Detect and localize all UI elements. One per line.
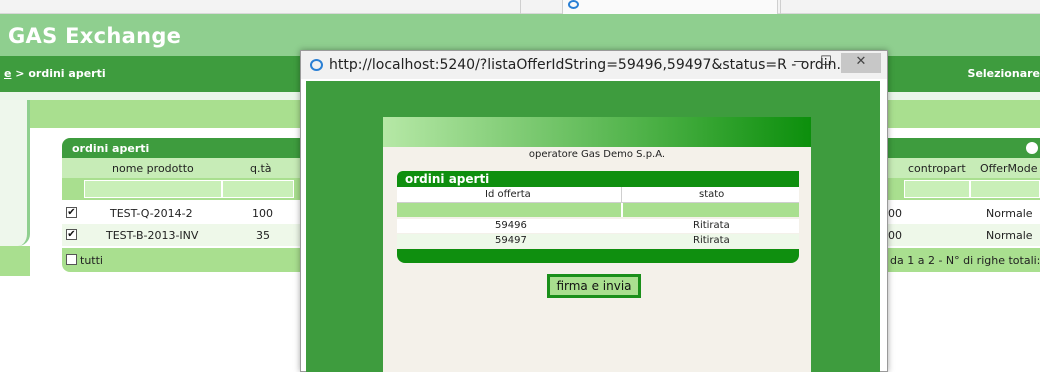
qty-cell: 35 <box>256 229 270 242</box>
popup-titlebar[interactable]: http://localhost:5240/?listaOfferIdStrin… <box>301 51 887 79</box>
offer-id-cell: 59496 <box>495 220 527 231</box>
maximize-button[interactable]: ☐ <box>815 53 837 73</box>
popup-table-header: ordini aperti <box>397 171 799 187</box>
popup-content-header <box>383 117 811 147</box>
filter-input-qty[interactable] <box>222 180 294 198</box>
filter-divider <box>621 203 623 217</box>
column-header-qty[interactable]: q.tà <box>250 162 272 175</box>
pagination-info: da 1 a 2 - N° di righe totali: <box>890 254 1040 267</box>
column-divider <box>621 187 622 203</box>
row-checkbox[interactable]: ✔ <box>66 229 77 240</box>
close-button[interactable]: ✕ <box>841 53 881 73</box>
status-cell: Ritirata <box>693 235 730 246</box>
browser-tab-strip <box>0 0 1040 14</box>
product-cell: TEST-B-2013-INV <box>106 229 199 242</box>
ie-icon <box>310 59 323 71</box>
offer-id-cell: 59497 <box>495 235 527 246</box>
column-header-product[interactable]: nome prodotto <box>112 162 194 175</box>
breadcrumb-current: > ordini aperti <box>11 67 106 80</box>
popup-table-title: ordini aperti <box>405 172 490 186</box>
filter-input-offermode[interactable] <box>970 180 1040 198</box>
popup-table-footer <box>397 249 799 263</box>
filter-input-counterpart[interactable] <box>904 180 970 198</box>
select-label[interactable]: Selezionare <box>968 67 1040 80</box>
popup-table-row[interactable]: 59497 Ritirata <box>397 234 799 248</box>
offermode-cell: Normale <box>986 229 1033 242</box>
value-cell: 00 <box>888 229 902 242</box>
popup-url-title: http://localhost:5240/?listaOfferIdStrin… <box>329 57 850 73</box>
tab-divider <box>520 0 521 14</box>
left-panel <box>0 100 30 246</box>
select-all-label: tutti <box>80 254 103 267</box>
operator-label: operatore Gas Demo S.p.A. <box>528 149 666 160</box>
popup-filter-row[interactable] <box>397 203 799 217</box>
table-title: ordini aperti <box>72 142 150 155</box>
filter-input-product[interactable] <box>84 180 222 198</box>
product-cell: TEST-Q-2014-2 <box>110 207 193 220</box>
tab-divider <box>780 0 781 14</box>
select-all-checkbox[interactable] <box>66 254 77 265</box>
browser-tab[interactable] <box>562 0 778 14</box>
qty-cell: 100 <box>252 207 273 220</box>
status-cell: Ritirata <box>693 220 730 231</box>
breadcrumb: e > ordini aperti <box>4 67 106 80</box>
popup-table-row[interactable]: 59496 Ritirata <box>397 219 799 233</box>
column-header-offermode[interactable]: OfferMode <box>980 162 1038 175</box>
minimize-button[interactable]: — <box>789 53 811 73</box>
sign-and-send-button[interactable]: firma e invia <box>547 274 641 298</box>
row-checkbox[interactable]: ✔ <box>66 207 77 218</box>
left-panel-footer <box>0 246 30 276</box>
popup-column-header-row: Id offerta stato <box>397 187 799 203</box>
collapse-icon[interactable] <box>1026 142 1038 154</box>
value-cell: 00 <box>888 207 902 220</box>
offermode-cell: Normale <box>986 207 1033 220</box>
ie-icon <box>568 0 579 9</box>
popup-content: operatore Gas Demo S.p.A. ordini aperti … <box>383 117 811 372</box>
app-title: GAS Exchange <box>8 24 182 48</box>
column-header-offer-id[interactable]: Id offerta <box>485 189 531 200</box>
column-header-counterpart[interactable]: contropart <box>908 162 966 175</box>
column-header-status[interactable]: stato <box>699 189 724 200</box>
